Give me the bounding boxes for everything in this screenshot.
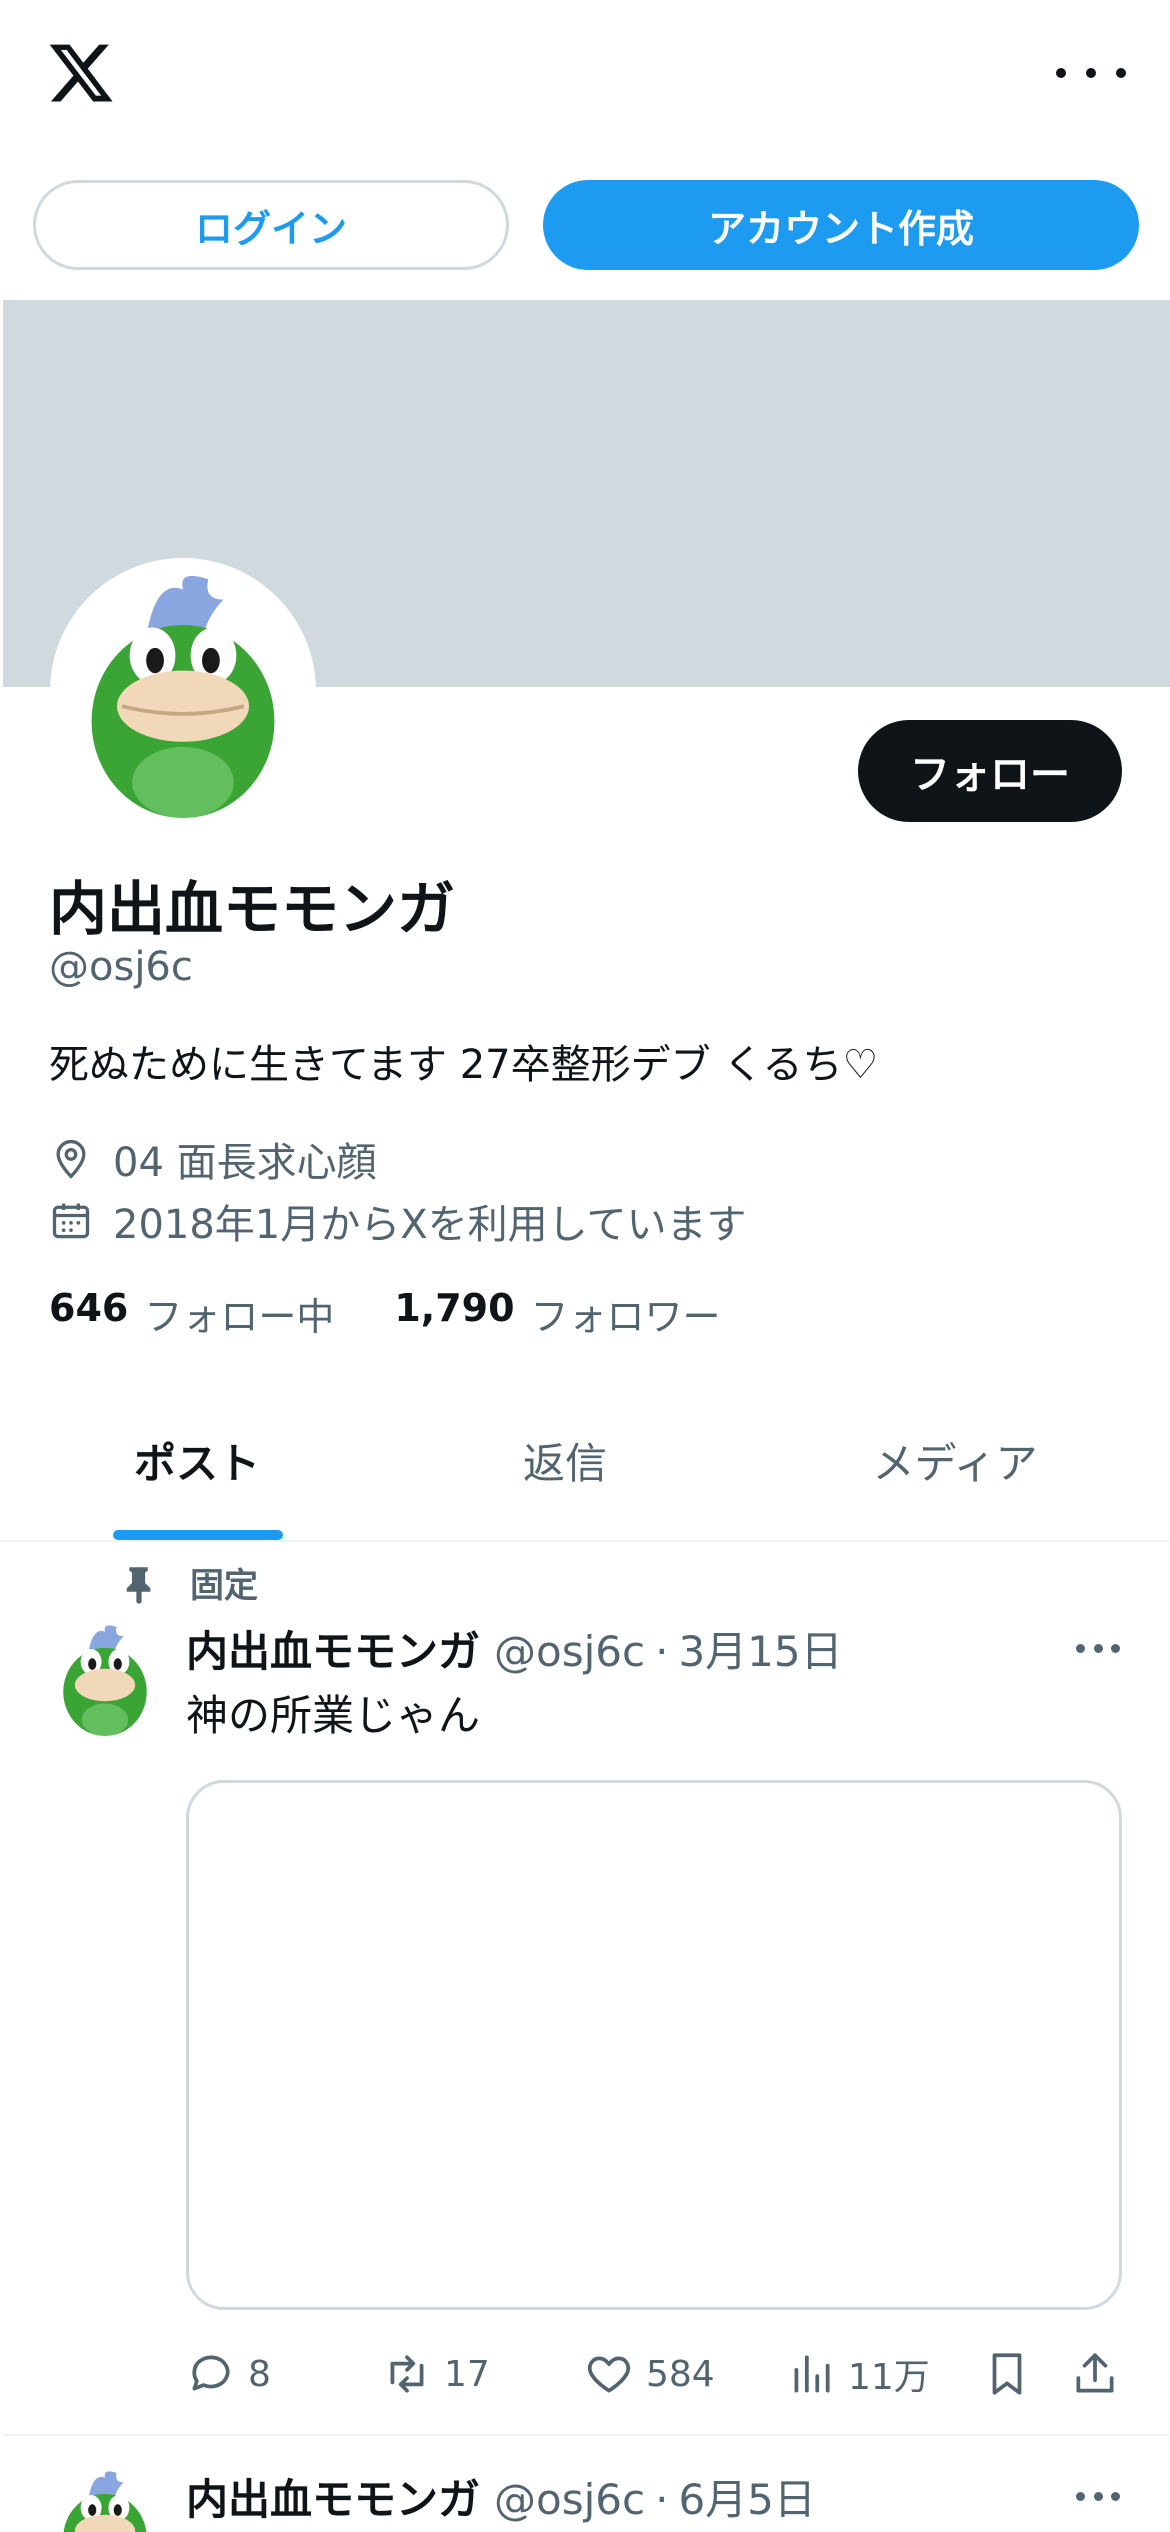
following-count[interactable]: 646 [49,1286,128,1341]
reply-button[interactable]: 8 [186,2344,271,2404]
followers-count[interactable]: 1,790 [394,1286,514,1341]
share-button[interactable] [1070,2344,1132,2404]
avatar-character-image [47,1620,163,1736]
profile-handle: @osj6c [49,944,193,990]
reply-count: 8 [248,2353,271,2395]
heart-icon [587,2356,631,2393]
avatar-character-image [56,564,310,818]
profile-tabs: ポスト 返信 メディア [0,1378,1170,1542]
post-author-handle[interactable]: @osj6c [494,2475,645,2524]
post-actions: 8 17 584 11万 [186,2344,1126,2404]
display-name: 内出血モモンガ [49,875,456,943]
x-logo-icon[interactable] [46,38,116,108]
post-date[interactable]: 3月15日 [678,1618,842,1679]
auth-buttons: ログイン アカウント作成 [0,180,1170,270]
top-bar [0,0,1170,150]
pin-icon [126,1566,151,1604]
post-more-icon[interactable] [1076,1644,1120,1656]
followers-label[interactable]: フォロワー [531,1286,721,1341]
post-author-handle[interactable]: @osj6c [494,1627,645,1676]
profile-location: 04 面長求心顔 [49,1130,377,1188]
views-chart-icon [794,2355,830,2393]
pinned-label: 固定 [118,1558,258,1607]
location-pin-icon [56,1139,86,1179]
tab-media[interactable]: メディア [800,1378,1110,1542]
like-button[interactable]: 584 [584,2344,715,2404]
tab-posts[interactable]: ポスト [55,1378,339,1542]
login-button[interactable]: ログイン [33,180,509,270]
post-text: 神の所業じゃん [186,1691,481,1740]
avatar-character-image [47,2466,163,2532]
calendar-icon [52,1203,90,1239]
share-icon [1076,2353,1114,2393]
following-label[interactable]: フォロー中 [144,1286,334,1341]
more-horizontal-icon[interactable] [1056,56,1126,90]
create-account-button[interactable]: アカウント作成 [543,180,1139,270]
profile-bio: 死ぬために生きてます 27卒整形デブ くるち♡ [49,1042,879,1088]
post-more-icon[interactable] [1076,2492,1120,2504]
views-button[interactable]: 11万 [786,2344,930,2404]
profile-avatar[interactable] [50,558,316,824]
views-count: 11万 [848,2357,930,2398]
tab-replies[interactable]: 返信 [420,1378,710,1542]
pinned-text: 固定 [190,1566,258,1606]
post-header: 内出血モモンガ @osj6c · 3月15日 [186,1618,843,1679]
location-text: 04 面長求心顔 [113,1140,377,1186]
follow-button[interactable]: フォロー [858,720,1122,822]
profile-join-date: 2018年1月からXを利用しています [49,1192,746,1250]
bookmark-icon [992,2353,1022,2395]
post-divider [3,2434,1170,2436]
post-author-name[interactable]: 内出血モモンガ [186,1618,480,1679]
follow-stats: 646 フォロー中 1,790 フォロワー [49,1286,781,1341]
post-header: 内出血モモンガ @osj6c · 6月5日 [186,2466,816,2527]
repost-icon [390,2355,424,2393]
post-author-name[interactable]: 内出血モモンガ [186,2466,480,2527]
post-date[interactable]: 6月5日 [678,2466,815,2527]
post-avatar[interactable] [47,2466,163,2532]
post-separator: · [655,2475,669,2524]
repost-button[interactable]: 17 [382,2344,490,2404]
reply-icon [192,2355,230,2391]
post-media[interactable] [186,1780,1122,2310]
bookmark-button[interactable] [982,2344,1044,2404]
post-separator: · [655,1627,669,1676]
active-tab-indicator [113,1530,283,1540]
repost-count: 17 [444,2353,490,2395]
post-avatar[interactable] [47,1620,163,1736]
like-count: 584 [646,2353,715,2395]
join-date-text: 2018年1月からXを利用しています [113,1202,747,1248]
